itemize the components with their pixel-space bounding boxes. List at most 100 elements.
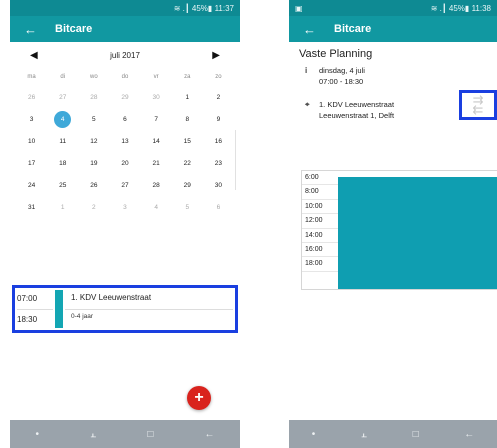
calendar-day-cell[interactable]: 15 [172, 138, 203, 145]
day-number: 26 [27, 93, 36, 101]
calendar-day-cell[interactable]: 4 [141, 204, 172, 211]
calendar-day-cell[interactable]: 7 [141, 116, 172, 123]
nav-dot-icon[interactable]: • [312, 429, 316, 440]
calendar-week-row: 26 27 28 29 30 1 2 [16, 86, 234, 108]
day-number: 5 [92, 115, 96, 123]
system-nav-bar: • ⫠ □ ← [10, 420, 240, 448]
nav-dot-icon[interactable]: • [36, 429, 40, 440]
calendar-week-row: 17 18 19 20 21 22 23 [16, 152, 234, 174]
day-number: 9 [216, 115, 221, 123]
calendar-day-cell[interactable]: 13 [109, 138, 140, 145]
calendar-day-cell[interactable]: 10 [16, 138, 47, 145]
calendar-day-cell[interactable]: 30 [141, 94, 172, 101]
calendar-day-cell[interactable]: 6 [203, 204, 234, 211]
calendar-day-cell[interactable]: 29 [172, 182, 203, 189]
event-title: 1. KDV Leeuwenstraat [71, 293, 152, 302]
location-name: 1. KDV Leeuwenstraat [319, 100, 395, 109]
calendar-day-cell[interactable]: 8 [172, 116, 203, 123]
back-arrow-icon[interactable]: ← [24, 22, 37, 37]
recent-apps-icon[interactable]: ⫠ [361, 429, 367, 440]
day-number: 28 [152, 181, 160, 189]
day-number: 25 [59, 181, 67, 189]
calendar-day-cell[interactable]: 1 [47, 204, 78, 211]
event-card[interactable]: 07:00 18:30 1. KDV Leeuwenstraat 0-4 jaa… [12, 285, 238, 333]
home-icon[interactable]: □ [413, 429, 419, 440]
calendar-day-cell[interactable]: 3 [109, 204, 140, 211]
timeline-hour-label: 14:00 [302, 229, 338, 243]
day-number: 14 [152, 137, 160, 145]
recent-apps-icon[interactable]: ⫠ [90, 429, 96, 440]
calendar-day-cell[interactable]: 23 [203, 160, 234, 167]
calendar-day-cell[interactable]: 29 [109, 94, 140, 101]
prev-month-icon[interactable]: ◀ [30, 50, 38, 61]
day-number: 3 [123, 203, 127, 211]
timeline-event-block[interactable] [338, 177, 497, 289]
calendar-day-cell[interactable]: 20 [109, 160, 140, 167]
calendar-grid: 26 27 28 29 30 1 2 3 4 5 6 7 8 9 10 11 12 13 14 15 16 17 18 19 2… [10, 86, 240, 218]
day-number: 18 [59, 159, 67, 167]
calendar-day-cell[interactable]: 11 [47, 138, 78, 145]
nav-back-icon[interactable]: ← [204, 429, 214, 440]
weekday-label: ma [27, 74, 36, 80]
next-month-icon[interactable]: ▶ [212, 50, 220, 61]
status-icons: ≋ .┃ 45%▮ [430, 3, 470, 13]
day-number: 31 [27, 203, 36, 211]
calendar-day-cell[interactable]: 3 [16, 116, 47, 123]
calendar-day-cell[interactable]: 16 [203, 138, 234, 145]
calendar-day-cell[interactable]: 14 [141, 138, 172, 145]
calendar-day-cell[interactable]: 6 [109, 116, 140, 123]
day-number: 6 [216, 203, 221, 211]
add-button[interactable]: + [187, 386, 211, 410]
day-number: 19 [90, 159, 98, 167]
calendar-day-cell[interactable]: 19 [78, 160, 109, 167]
calendar-day-cell[interactable]: 27 [47, 94, 78, 101]
nav-back-icon[interactable]: ← [464, 429, 474, 440]
calendar-day-cell[interactable]: 17 [16, 160, 47, 167]
calendar-day-cell[interactable]: 18 [47, 160, 78, 167]
calendar-day-cell[interactable]: 5 [172, 204, 203, 211]
calendar-day-cell[interactable]: 12 [78, 138, 109, 145]
calendar-day-cell[interactable]: 21 [141, 160, 172, 167]
calendar-day-cell[interactable]: 2 [203, 94, 234, 101]
event-subtitle: 0-4 jaar [71, 313, 94, 320]
timeline-hour-label: 16:00 [302, 243, 338, 258]
day-timeline: 6:00 8:00 10:00 12:00 14:00 16:00 18:00 [301, 170, 497, 290]
day-number: 22 [183, 159, 191, 167]
status-icons: ≋ .┃ 45%▮ [173, 3, 213, 13]
day-number: 5 [185, 203, 190, 211]
calendar-day-cell[interactable]: 30 [203, 182, 234, 189]
calendar-day-cell[interactable]: 22 [172, 160, 203, 167]
calendar-day-cell[interactable]: 24 [16, 182, 47, 189]
back-arrow-icon[interactable]: ← [303, 22, 316, 37]
day-number: 2 [92, 203, 96, 211]
calendar-day-cell[interactable]: 5 [78, 116, 109, 123]
day-number: 23 [214, 159, 223, 167]
time-separator [17, 309, 53, 310]
app-bar: ← Bitcare [289, 16, 497, 42]
calendar-day-cell[interactable]: 1 [172, 94, 203, 101]
calendar-day-cell[interactable]: 27 [109, 182, 140, 189]
calendar-day-cell[interactable]: 2 [78, 204, 109, 211]
home-icon[interactable]: □ [147, 429, 153, 440]
day-number: 12 [90, 137, 98, 145]
day-number: 8 [185, 115, 190, 123]
weekday-label: za [184, 74, 191, 80]
day-number: 20 [121, 159, 129, 167]
calendar-day-cell[interactable]: 31 [16, 204, 47, 211]
day-number: 24 [27, 181, 36, 189]
day-number: 30 [152, 93, 160, 101]
notification-icon: ▣ [295, 3, 303, 13]
calendar-day-cell[interactable]: 28 [141, 182, 172, 189]
calendar-day-cell[interactable]: 26 [78, 182, 109, 189]
swap-icon[interactable]: ⇉ ⇇ [459, 90, 497, 120]
calendar-day-cell[interactable]: 4 [47, 110, 78, 128]
calendar-day-cell[interactable]: 25 [47, 182, 78, 189]
calendar-day-cell[interactable]: 26 [16, 94, 47, 101]
day-number: 29 [121, 93, 129, 101]
calendar-day-cell[interactable]: 28 [78, 94, 109, 101]
timeline-hour-label: 12:00 [302, 214, 338, 229]
day-number: 29 [183, 181, 191, 189]
status-time: 11:38 [471, 3, 491, 13]
calendar-day-cell[interactable]: 9 [203, 116, 234, 123]
calendar-week-row: 31 1 2 3 4 5 6 [16, 196, 234, 218]
